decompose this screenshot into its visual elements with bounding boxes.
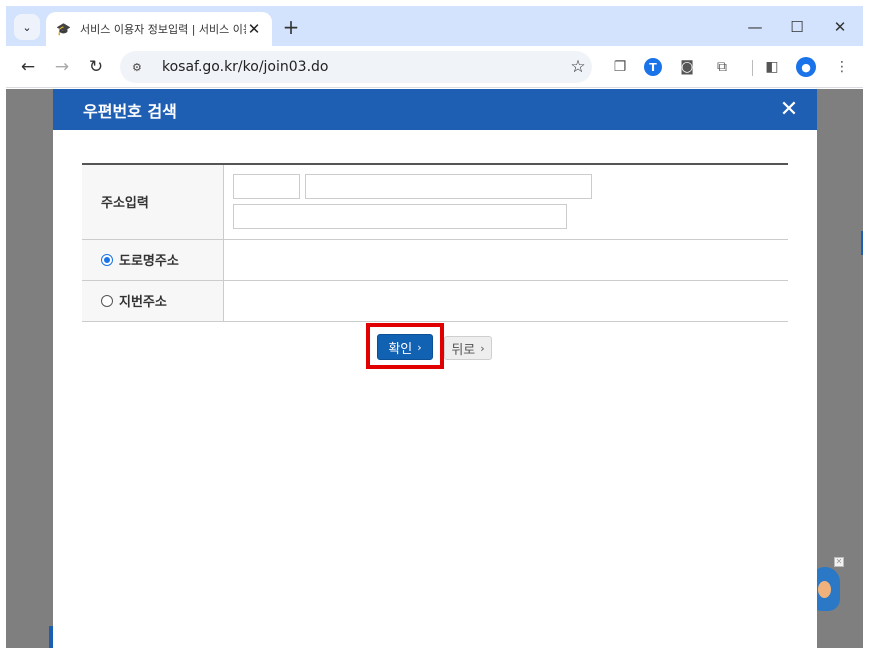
chevron-right-icon: ›	[480, 341, 485, 355]
address-line1-input[interactable]	[304, 174, 592, 200]
toolbar-divider	[752, 60, 753, 76]
side-panel-icon[interactable]: ◧	[761, 56, 783, 78]
browser-tab[interactable]: 🎓 서비스 이용자 정보입력 | 서비스 이용 ✕	[46, 12, 272, 46]
confirm-button[interactable]: 확인 ›	[377, 334, 433, 360]
url-text[interactable]: kosaf.go.kr/ko/join03.do	[162, 59, 564, 75]
road-address-radio[interactable]	[101, 253, 113, 266]
table-row: 도로명주소	[82, 239, 788, 281]
browser-tab-bar: ⌄ 🎓 서비스 이용자 정보입력 | 서비스 이용 ✕ + — ☐ ✕	[6, 6, 863, 46]
lot-address-option[interactable]: 지번주소	[82, 280, 224, 322]
forward-arrow-icon[interactable]: →	[48, 53, 76, 81]
address-input-label: 주소입력	[82, 164, 224, 240]
button-area: 확인 › 뒤로 ›	[53, 323, 817, 369]
back-button[interactable]: 뒤로 ›	[444, 336, 492, 360]
new-tab-button[interactable]: +	[278, 14, 304, 40]
modal-title: 우편번호 검색	[83, 101, 177, 121]
address-form-table: 주소입력 도로명주소 지번주소	[82, 163, 788, 322]
table-row: 지번주소	[82, 280, 788, 322]
site-info-icon[interactable]: ⚙	[132, 61, 150, 74]
profile-avatar[interactable]: ●	[795, 56, 817, 78]
modal-header: 우편번호 검색 ✕	[53, 89, 817, 130]
address-input-cell	[223, 164, 788, 240]
chevron-right-icon: ›	[417, 340, 422, 354]
person-icon: ●	[796, 57, 816, 77]
tab-title: 서비스 이용자 정보입력 | 서비스 이용	[80, 23, 246, 36]
lot-address-label: 지번주소	[119, 295, 167, 310]
table-row: 주소입력	[82, 164, 788, 240]
graduation-cap-icon: 🎓	[56, 22, 71, 36]
tab-close-icon[interactable]: ✕	[246, 20, 262, 38]
confirm-label: 확인	[388, 341, 413, 357]
page-accent-right	[861, 231, 863, 255]
browser-toolbar: ← → ↻ ⚙ kosaf.go.kr/ko/join03.do ☆ ❐ T ◙…	[6, 46, 863, 88]
window-close-icon[interactable]: ✕	[824, 14, 856, 40]
chevron-down-icon: ⌄	[22, 20, 32, 34]
lot-address-radio[interactable]	[101, 294, 113, 307]
copy-icon[interactable]: ❐	[609, 56, 631, 78]
extensions-puzzle-icon[interactable]: ⧉	[711, 56, 733, 78]
tab-search-button[interactable]: ⌄	[14, 14, 40, 40]
address-line2-input[interactable]	[232, 204, 567, 230]
lot-address-value	[223, 280, 788, 322]
back-label: 뒤로	[451, 342, 476, 358]
maximize-icon[interactable]: ☐	[781, 14, 813, 40]
page-viewport: ✕ 우편번호 검색 ✕ 주소입력 도로명주소 지번주소 확인 › 뒤로 ›	[6, 89, 863, 648]
menu-kebab-icon[interactable]: ⋮	[831, 56, 853, 78]
zipcode-input[interactable]	[232, 174, 300, 200]
road-address-value	[223, 239, 788, 281]
reload-icon[interactable]: ↻	[82, 53, 110, 81]
road-address-option[interactable]: 도로명주소	[82, 239, 224, 281]
camera-icon[interactable]: ◙	[676, 56, 698, 78]
extension-t-icon[interactable]: T	[642, 56, 664, 78]
postcode-search-modal: 우편번호 검색 ✕ 주소입력 도로명주소 지번주소 확인 › 뒤로 ›	[53, 89, 817, 648]
road-address-label: 도로명주소	[119, 254, 179, 269]
widget-close-icon[interactable]: ✕	[834, 557, 844, 567]
back-arrow-icon[interactable]: ←	[14, 53, 42, 81]
bookmark-star-icon[interactable]: ☆	[564, 57, 592, 77]
minimize-icon[interactable]: —	[739, 14, 771, 40]
address-bar[interactable]: ⚙ kosaf.go.kr/ko/join03.do ☆	[120, 51, 592, 83]
close-icon[interactable]: ✕	[775, 95, 803, 123]
